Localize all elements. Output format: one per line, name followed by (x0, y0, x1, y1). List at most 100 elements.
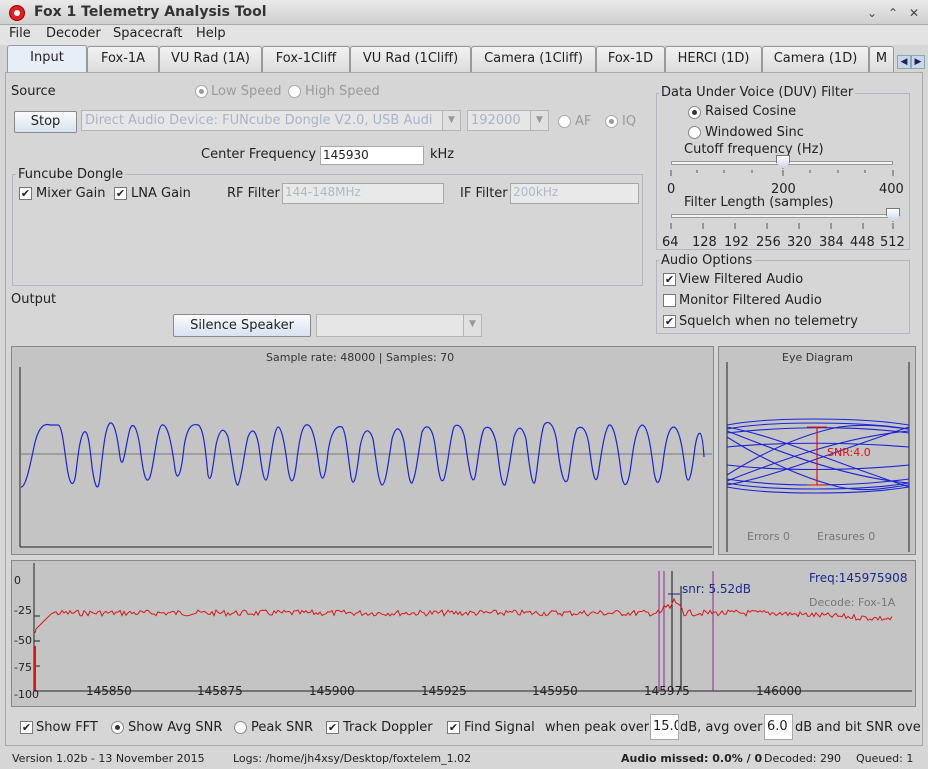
fft-x-tick: 145850 (86, 684, 132, 698)
tab-vu-rad-1a[interactable]: VU Rad (1A) (159, 46, 262, 72)
fft-snr-label: snr: 5.52dB (682, 582, 752, 596)
tab-scroll-right-icon[interactable]: ▶ (911, 55, 925, 69)
tab-more[interactable]: M (869, 46, 894, 72)
iq-radio[interactable] (605, 115, 618, 128)
filter-length-tick-marks (670, 223, 894, 229)
show-avg-snr-radio[interactable] (111, 721, 124, 734)
view-filtered-audio-label: View Filtered Audio (679, 272, 804, 287)
chevron-down-icon: ▼ (442, 111, 460, 130)
tab-camera-1cliff[interactable]: Camera (1Cliff) (471, 46, 596, 72)
source-label: Source (11, 84, 56, 99)
fft-x-tick: 145950 (532, 684, 578, 698)
status-decoded: Decoded: 290 (764, 752, 841, 765)
high-speed-radio[interactable] (288, 85, 301, 98)
eye-errors-label: Errors 0 (747, 530, 791, 543)
silence-speaker-button[interactable]: Silence Speaker (173, 314, 311, 337)
eye-erasures-label: Erasures 0 (817, 530, 876, 543)
peak-threshold-input[interactable]: 15.0 (650, 714, 679, 740)
fft-x-tick: 145875 (197, 684, 243, 698)
find-signal-label: Find Signal (464, 720, 535, 735)
db-bit-snr-label: dB and bit SNR ove (795, 720, 921, 735)
length-tick-label: 192 (724, 235, 749, 250)
status-version: Version 1.02b - 13 November 2015 (12, 752, 205, 765)
audio-waveform-plot (19, 367, 712, 548)
show-fft-checkbox[interactable]: ✔ (20, 721, 33, 734)
tab-herci-1d[interactable]: HERCI (1D) (665, 46, 762, 72)
menu-help[interactable]: Help (196, 26, 226, 41)
tab-input[interactable]: Input (7, 45, 87, 73)
peak-snr-label: Peak SNR (251, 720, 314, 735)
avg-threshold-input[interactable]: 6.0 (764, 714, 793, 740)
length-tick-label: 512 (880, 235, 905, 250)
duv-filter-label: Data Under Voice (DUV) Filter (659, 85, 856, 100)
menu-bar: File Decoder Spacecraft Help (0, 25, 928, 45)
fft-y-tick: -50 (14, 634, 32, 647)
center-frequency-label: Center Frequency (201, 147, 317, 162)
rf-filter-input[interactable]: 144-148MHz (282, 183, 444, 204)
monitor-filtered-audio-label: Monitor Filtered Audio (679, 293, 822, 308)
tab-fox-1cliff[interactable]: Fox-1Cliff (262, 46, 350, 72)
status-bar: Version 1.02b - 13 November 2015 Logs: /… (0, 748, 928, 769)
track-doppler-checkbox[interactable]: ✔ (326, 721, 339, 734)
af-radio[interactable] (558, 115, 571, 128)
center-frequency-input[interactable]: 145930 (320, 146, 424, 165)
raised-cosine-radio[interactable] (688, 106, 701, 119)
status-queued: Queued: 1 (856, 752, 914, 765)
squelch-label: Squelch when no telemetry (679, 314, 858, 329)
menu-file[interactable]: File (9, 26, 31, 41)
tab-scroll-left-icon[interactable]: ◀ (897, 55, 911, 69)
filter-length-slider-track[interactable] (671, 214, 893, 218)
cutoff-tick-marks (670, 170, 894, 176)
eye-diagram-plot (726, 362, 910, 552)
show-fft-label: Show FFT (36, 720, 98, 735)
peak-snr-radio[interactable] (234, 721, 247, 734)
length-tick-label: 320 (787, 235, 812, 250)
menu-decoder[interactable]: Decoder (46, 26, 101, 41)
mixer-gain-checkbox[interactable]: ✔ (19, 187, 32, 200)
if-filter-input[interactable]: 200kHz (510, 183, 639, 204)
tab-fox-1a[interactable]: Fox-1A (87, 46, 159, 72)
maximize-icon[interactable]: ⌃ (885, 5, 901, 21)
fft-y-tick: -25 (14, 604, 32, 617)
length-tick-label: 384 (819, 235, 844, 250)
find-signal-checkbox[interactable]: ✔ (447, 721, 460, 734)
monitor-filtered-audio-checkbox[interactable] (663, 294, 676, 307)
iq-label: IQ (622, 114, 637, 129)
fft-decode-label: Decode: Fox-1A (809, 596, 896, 609)
fft-x-tick: 145975 (644, 684, 690, 698)
mixer-gain-label: Mixer Gain (36, 186, 106, 201)
windowed-sinc-radio[interactable] (688, 126, 701, 139)
tab-strip: Input Fox-1A VU Rad (1A) Fox-1Cliff VU R… (0, 45, 928, 73)
low-speed-radio[interactable] (195, 85, 208, 98)
minimize-icon[interactable]: ⌄ (864, 5, 880, 21)
audio-device-select[interactable]: Direct Audio Device: FUNcube Dongle V2.0… (81, 110, 461, 131)
cutoff-tick-label: 400 (879, 182, 904, 197)
stop-button[interactable]: Stop (14, 111, 77, 133)
view-filtered-audio-checkbox[interactable]: ✔ (663, 273, 676, 286)
track-doppler-label: Track Doppler (343, 720, 433, 735)
if-filter-label: IF Filter (460, 186, 508, 201)
status-audio-missed: Audio missed: 0.0% / 0 (621, 752, 763, 765)
title-bar: Fox 1 Telemetry Analysis Tool ⌄ ⌃ ✕ (0, 0, 928, 25)
length-tick-label: 64 (662, 235, 679, 250)
when-peak-over-label: when peak over (545, 720, 650, 735)
output-device-select[interactable]: ▼ (316, 314, 482, 337)
tab-camera-1d[interactable]: Camera (1D) (762, 46, 869, 72)
lna-gain-checkbox[interactable]: ✔ (114, 187, 127, 200)
eye-snr-label: SNR:4.0 (827, 446, 871, 459)
low-speed-label: Low Speed (211, 84, 282, 99)
sample-rate-value: 192000 (471, 113, 521, 128)
tab-fox-1d[interactable]: Fox-1D (596, 46, 665, 72)
sample-rate-select[interactable]: 192000 ▼ (467, 110, 549, 131)
chevron-down-icon: ▼ (463, 315, 481, 336)
close-icon[interactable]: ✕ (906, 5, 922, 21)
fft-spectrum-trace (34, 597, 893, 634)
output-label: Output (11, 292, 57, 307)
lna-gain-label: LNA Gain (131, 186, 191, 201)
fft-x-tick: 146000 (756, 684, 802, 698)
fft-y-tick: -100 (14, 688, 39, 701)
menu-spacecraft[interactable]: Spacecraft (113, 26, 183, 41)
filter-length-label: Filter Length (samples) (684, 195, 834, 210)
squelch-checkbox[interactable]: ✔ (663, 315, 676, 328)
tab-vu-rad-1cliff[interactable]: VU Rad (1Cliff) (350, 46, 471, 72)
